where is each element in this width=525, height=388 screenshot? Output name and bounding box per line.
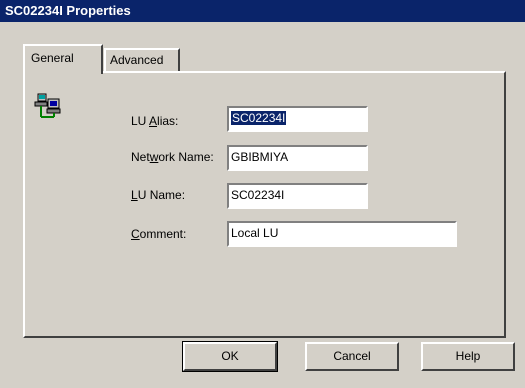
lu-name-label: LU Name:	[131, 188, 186, 202]
comment-label: Comment:	[131, 227, 187, 241]
network-computer-icon	[34, 93, 61, 118]
ok-button[interactable]: OK	[182, 341, 278, 372]
lu-alias-label: LU Alias:	[131, 114, 179, 128]
cancel-button[interactable]: Cancel	[305, 342, 399, 371]
window-title: SC02234I Properties	[5, 3, 131, 18]
lu-alias-input[interactable]: SC02234I	[227, 106, 368, 132]
tab-advanced[interactable]: Advanced	[104, 48, 180, 72]
comment-input[interactable]: Local LU	[227, 221, 457, 247]
network-name-input[interactable]: GBIBMIYA	[227, 145, 368, 171]
lu-name-input[interactable]: SC02234I	[227, 183, 368, 209]
help-button[interactable]: Help	[421, 342, 515, 371]
tab-advanced-label: Advanced	[110, 53, 164, 67]
title-bar[interactable]: SC02234I Properties	[0, 0, 525, 22]
network-name-label: Network Name:	[131, 150, 214, 164]
tab-general-label: General	[31, 51, 74, 65]
tab-general[interactable]: General	[23, 44, 103, 74]
